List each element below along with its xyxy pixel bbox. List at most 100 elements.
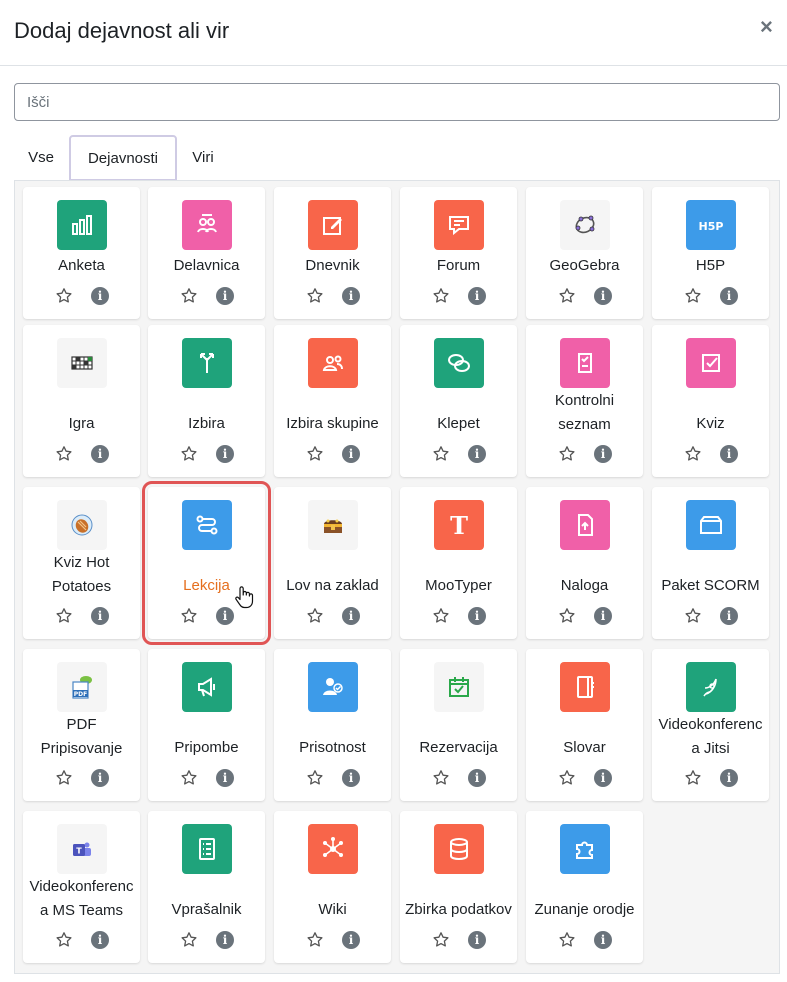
- star-icon[interactable]: [432, 287, 450, 305]
- info-icon[interactable]: i: [468, 287, 486, 305]
- crossword-game-icon: [57, 338, 107, 388]
- activity-card[interactable]: Paket SCORM i: [652, 487, 769, 639]
- star-icon[interactable]: [55, 287, 73, 305]
- activity-card[interactable]: T Videokonferenc a MS Teams i: [23, 811, 140, 963]
- activity-card[interactable]: Igra i: [23, 325, 140, 477]
- activity-card[interactable]: Videokonferenc a Jitsi i: [652, 649, 769, 801]
- close-icon[interactable]: ×: [760, 16, 773, 38]
- hot-potatoes-icon: [57, 500, 107, 550]
- info-icon[interactable]: i: [468, 931, 486, 949]
- star-icon[interactable]: [432, 931, 450, 949]
- activity-label: Rezervacija: [419, 739, 498, 756]
- tab-dejavnosti[interactable]: Dejavnosti: [69, 135, 177, 181]
- activity-card[interactable]: Lov na zaklad i: [274, 487, 391, 639]
- attendance-icon: [308, 662, 358, 712]
- star-icon[interactable]: [432, 607, 450, 625]
- star-icon[interactable]: [684, 769, 702, 787]
- activity-card[interactable]: Wiki i: [274, 811, 391, 963]
- info-icon[interactable]: i: [216, 445, 234, 463]
- info-icon[interactable]: i: [216, 607, 234, 625]
- star-icon[interactable]: [558, 607, 576, 625]
- star-icon[interactable]: [55, 931, 73, 949]
- tab-viri[interactable]: Viri: [177, 135, 229, 181]
- star-icon[interactable]: [180, 931, 198, 949]
- info-icon[interactable]: i: [594, 769, 612, 787]
- info-icon[interactable]: i: [720, 287, 738, 305]
- activity-card[interactable]: Delavnica i: [148, 187, 265, 319]
- star-icon[interactable]: [55, 769, 73, 787]
- star-icon[interactable]: [558, 931, 576, 949]
- info-icon[interactable]: i: [216, 287, 234, 305]
- signpost-icon: [182, 338, 232, 388]
- info-icon[interactable]: i: [342, 287, 360, 305]
- info-icon[interactable]: i: [342, 769, 360, 787]
- info-icon[interactable]: i: [91, 769, 109, 787]
- info-icon[interactable]: i: [468, 769, 486, 787]
- activity-card[interactable]: Prisotnost i: [274, 649, 391, 801]
- activity-card[interactable]: Vprašalnik i: [148, 811, 265, 963]
- star-icon[interactable]: [55, 445, 73, 463]
- activity-card[interactable]: Klepet i: [400, 325, 517, 477]
- checklist-icon: [560, 338, 610, 388]
- star-icon[interactable]: [432, 445, 450, 463]
- activity-card[interactable]: Slovar i: [526, 649, 643, 801]
- activity-card[interactable]: Naloga i: [526, 487, 643, 639]
- star-icon[interactable]: [55, 607, 73, 625]
- star-icon[interactable]: [684, 287, 702, 305]
- activity-card[interactable]: Kontrolni seznam i: [526, 325, 643, 477]
- info-icon[interactable]: i: [468, 445, 486, 463]
- star-icon[interactable]: [306, 607, 324, 625]
- activity-card[interactable]: GeoGebra i: [526, 187, 643, 319]
- info-icon[interactable]: i: [91, 445, 109, 463]
- activity-card[interactable]: Kviz i: [652, 325, 769, 477]
- info-icon[interactable]: i: [91, 931, 109, 949]
- info-icon[interactable]: i: [342, 931, 360, 949]
- info-icon[interactable]: i: [216, 931, 234, 949]
- activity-card[interactable]: Dnevnik i: [274, 187, 391, 319]
- activity-card[interactable]: Lekcija i: [142, 481, 271, 645]
- star-icon[interactable]: [180, 445, 198, 463]
- tab-vse[interactable]: Vse: [14, 135, 68, 181]
- info-icon[interactable]: i: [91, 607, 109, 625]
- activity-card[interactable]: Rezervacija i: [400, 649, 517, 801]
- star-icon[interactable]: [180, 287, 198, 305]
- info-icon[interactable]: i: [720, 607, 738, 625]
- info-icon[interactable]: i: [468, 607, 486, 625]
- activity-card[interactable]: Zbirka podatkov i: [400, 811, 517, 963]
- wiki-network-icon: [308, 824, 358, 874]
- activity-card[interactable]: Zunanje orodje i: [526, 811, 643, 963]
- activity-card[interactable]: Izbira skupine i: [274, 325, 391, 477]
- info-icon[interactable]: i: [216, 769, 234, 787]
- star-icon[interactable]: [180, 607, 198, 625]
- activity-card[interactable]: Forum i: [400, 187, 517, 319]
- star-icon[interactable]: [684, 607, 702, 625]
- info-icon[interactable]: i: [342, 607, 360, 625]
- info-icon[interactable]: i: [342, 445, 360, 463]
- star-icon[interactable]: [306, 769, 324, 787]
- info-icon[interactable]: i: [720, 769, 738, 787]
- activity-card[interactable]: Pripombe i: [148, 649, 265, 801]
- star-icon[interactable]: [558, 287, 576, 305]
- star-icon[interactable]: [306, 931, 324, 949]
- activity-card[interactable]: PDF PDF Pripisovanje i: [23, 649, 140, 801]
- star-icon[interactable]: [180, 769, 198, 787]
- info-icon[interactable]: i: [594, 607, 612, 625]
- star-icon[interactable]: [306, 287, 324, 305]
- search-input[interactable]: [14, 83, 780, 121]
- info-icon[interactable]: i: [720, 445, 738, 463]
- info-icon[interactable]: i: [594, 931, 612, 949]
- activity-card[interactable]: H5P H5P i: [652, 187, 769, 319]
- star-icon[interactable]: [684, 445, 702, 463]
- star-icon[interactable]: [306, 445, 324, 463]
- activity-card[interactable]: Izbira i: [148, 325, 265, 477]
- calendar-check-icon: [434, 662, 484, 712]
- info-icon[interactable]: i: [594, 445, 612, 463]
- activity-card[interactable]: Kviz Hot Potatoes i: [23, 487, 140, 639]
- info-icon[interactable]: i: [91, 287, 109, 305]
- activity-card[interactable]: Anketa i: [23, 187, 140, 319]
- star-icon[interactable]: [558, 769, 576, 787]
- star-icon[interactable]: [558, 445, 576, 463]
- activity-card[interactable]: T MooTyper i: [400, 487, 517, 639]
- star-icon[interactable]: [432, 769, 450, 787]
- info-icon[interactable]: i: [594, 287, 612, 305]
